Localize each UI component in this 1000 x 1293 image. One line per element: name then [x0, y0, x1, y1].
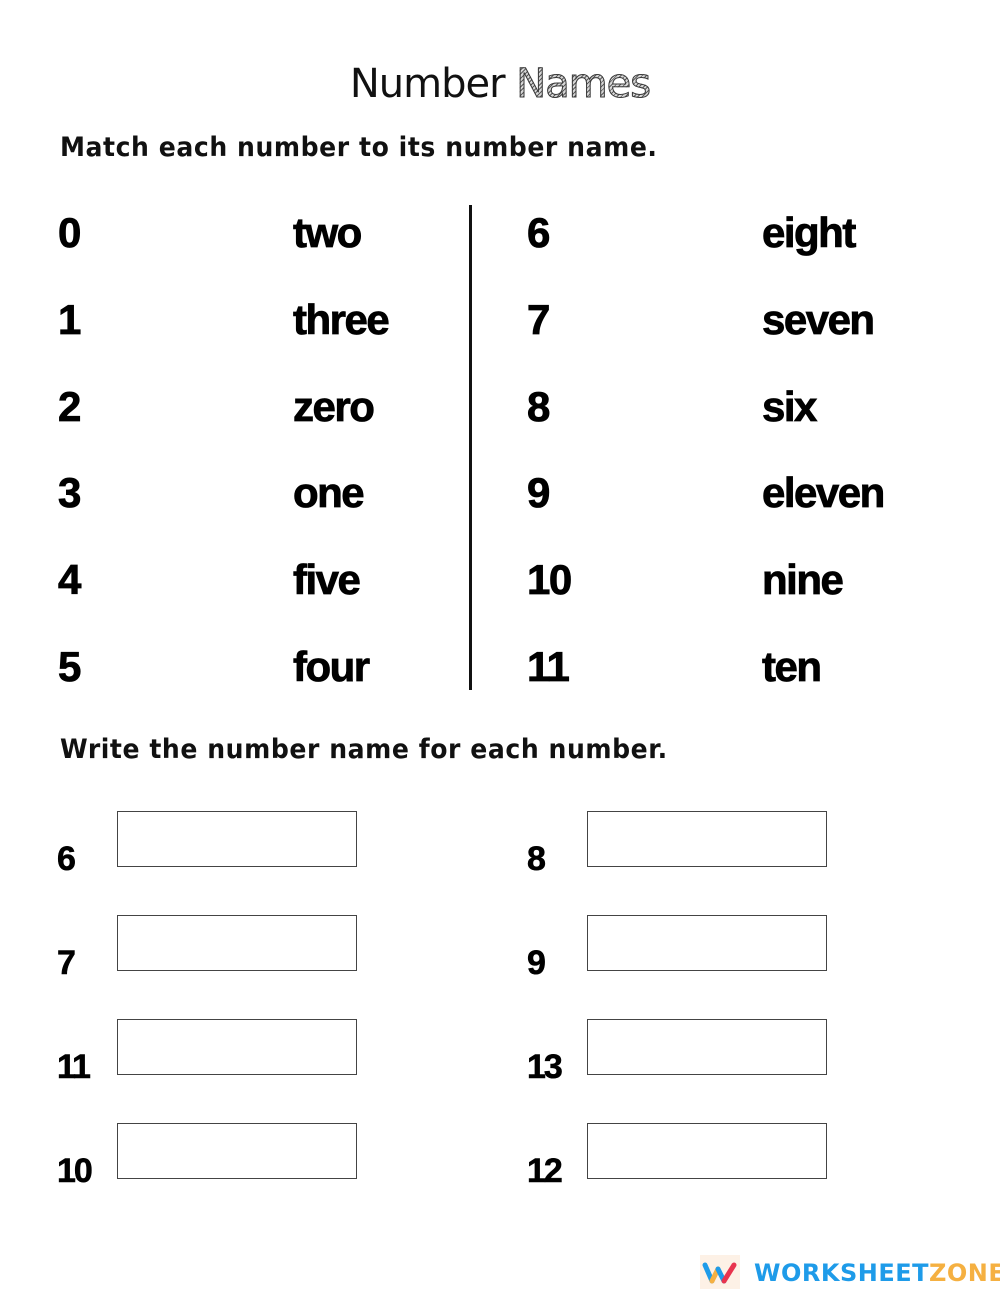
match-name: one — [293, 469, 365, 517]
match-name: three — [293, 296, 391, 344]
answer-input[interactable] — [587, 1123, 827, 1179]
w-logo-icon — [702, 1262, 737, 1284]
match-number: 0 — [58, 209, 82, 257]
worksheetzone-w-icon — [700, 1255, 740, 1289]
write-number: 12 — [527, 1152, 563, 1191]
write-number: 13 — [527, 1048, 563, 1087]
match-number: 4 — [58, 556, 82, 604]
write-number: 7 — [57, 944, 77, 983]
match-name: four — [293, 643, 371, 691]
title-part-names: Names — [516, 61, 652, 108]
write-number: 8 — [527, 840, 547, 879]
match-number: 2 — [58, 383, 82, 431]
match-name: nine — [762, 556, 845, 604]
match-number: 9 — [527, 469, 551, 517]
write-number: 9 — [527, 944, 547, 983]
write-number: 11 — [57, 1048, 92, 1087]
match-name: ten — [762, 643, 823, 691]
answer-input[interactable] — [587, 1019, 827, 1075]
column-divider — [469, 205, 472, 690]
match-number: 11 — [527, 643, 571, 691]
match-number: 3 — [58, 469, 82, 517]
answer-input[interactable] — [117, 811, 357, 867]
match-name: eight — [762, 209, 857, 257]
match-name: seven — [762, 296, 876, 344]
answer-input[interactable] — [587, 811, 827, 867]
brand-name-worksheet: WORKSHEET — [754, 1259, 929, 1287]
match-number: 8 — [527, 383, 551, 431]
match-number: 7 — [527, 296, 551, 344]
match-number: 10 — [527, 556, 573, 604]
brand-name: WORKSHEETZONE — [754, 1258, 1000, 1288]
answer-input[interactable] — [117, 1123, 357, 1179]
match-name: zero — [293, 383, 376, 431]
match-number: 5 — [58, 643, 82, 691]
match-number: 6 — [527, 209, 551, 257]
match-name: six — [762, 383, 818, 431]
answer-input[interactable] — [117, 915, 357, 971]
title-part-number: Number — [349, 61, 506, 107]
answer-input[interactable] — [587, 915, 827, 971]
match-number: 1 — [58, 296, 82, 344]
match-name: eleven — [762, 469, 886, 517]
brand-name-zone: ZONE — [928, 1259, 1000, 1287]
match-name: two — [293, 209, 363, 257]
write-number: 6 — [57, 840, 77, 879]
write-number: 10 — [57, 1152, 93, 1191]
write-instruction: Write the number name for each number. — [60, 734, 668, 765]
answer-input[interactable] — [117, 1019, 357, 1075]
match-instruction: Match each number to its number name. — [60, 132, 658, 163]
worksheet-title: Number Names — [0, 58, 1000, 110]
match-name: five — [293, 556, 362, 604]
